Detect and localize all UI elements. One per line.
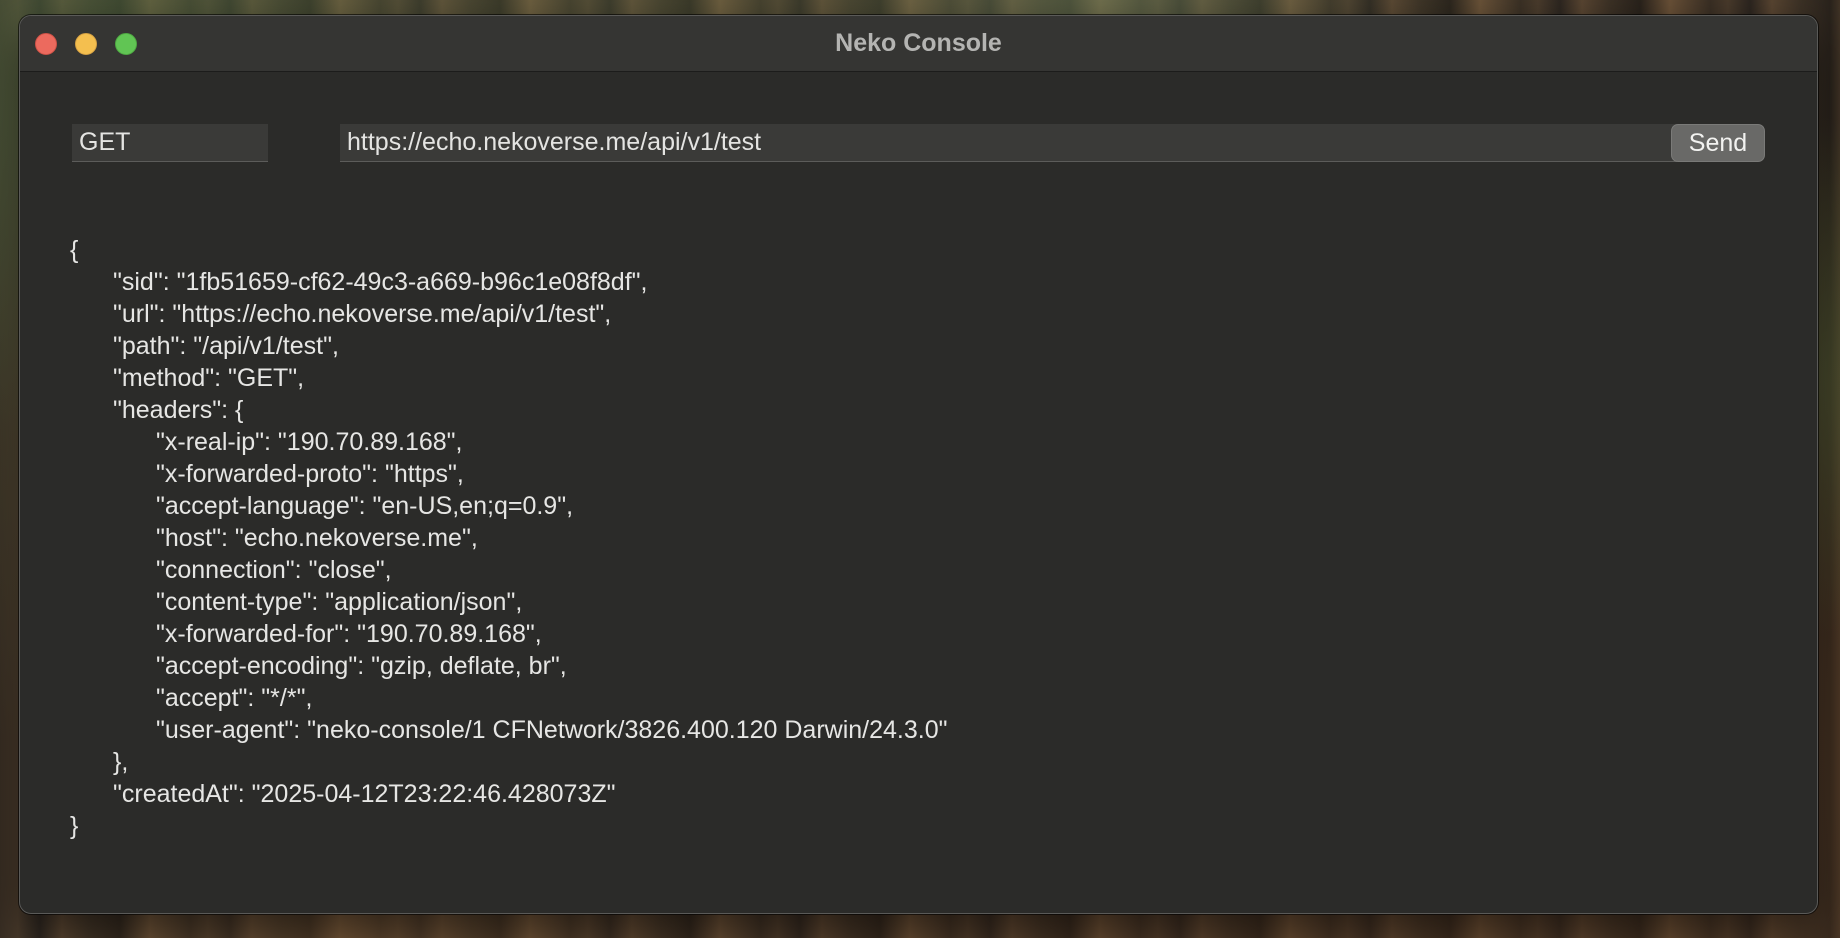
method-field[interactable]: [72, 124, 268, 162]
window-title: Neko Console: [835, 29, 1002, 57]
response-line: "headers": {: [113, 396, 244, 424]
request-bar: Send: [72, 124, 1765, 164]
response-line: "x-forwarded-proto": "https",: [156, 460, 464, 488]
response-line: "user-agent": "neko-console/1 CFNetwork/…: [156, 716, 948, 744]
response-line: "method": "GET",: [113, 364, 305, 392]
response-line: "accept-encoding": "gzip, deflate, br",: [156, 652, 567, 680]
response-line: "host": "echo.nekoverse.me",: [156, 524, 478, 552]
response-line: "accept-language": "en-US,en;q=0.9",: [156, 492, 574, 520]
response-line: "x-forwarded-for": "190.70.89.168",: [156, 620, 542, 648]
response-line: "createdAt": "2025-04-12T23:22:46.428073…: [113, 780, 616, 808]
response-line: {: [70, 236, 79, 264]
response-line: }: [70, 812, 79, 840]
response-line: "url": "https://echo.nekoverse.me/api/v1…: [113, 300, 612, 328]
send-button[interactable]: Send: [1671, 124, 1765, 162]
response-line: "accept": "*/*",: [156, 684, 313, 712]
response-line: "connection": "close",: [156, 556, 392, 584]
response-line: },: [113, 748, 129, 776]
response-line: "content-type": "application/json",: [156, 588, 523, 616]
response-line: "sid": "1fb51659-cf62-49c3-a669-b96c1e08…: [113, 268, 648, 296]
response-body: { "sid": "1fb51659-cf62-49c3-a669-b96c1e…: [70, 234, 1767, 842]
app-window: Neko Console Send { "sid": "1fb51659-cf6…: [19, 15, 1818, 914]
response-line: "path": "/api/v1/test",: [113, 332, 339, 360]
response-line: "x-real-ip": "190.70.89.168",: [156, 428, 463, 456]
url-field[interactable]: [340, 124, 1677, 162]
titlebar[interactable]: Neko Console: [20, 16, 1817, 72]
